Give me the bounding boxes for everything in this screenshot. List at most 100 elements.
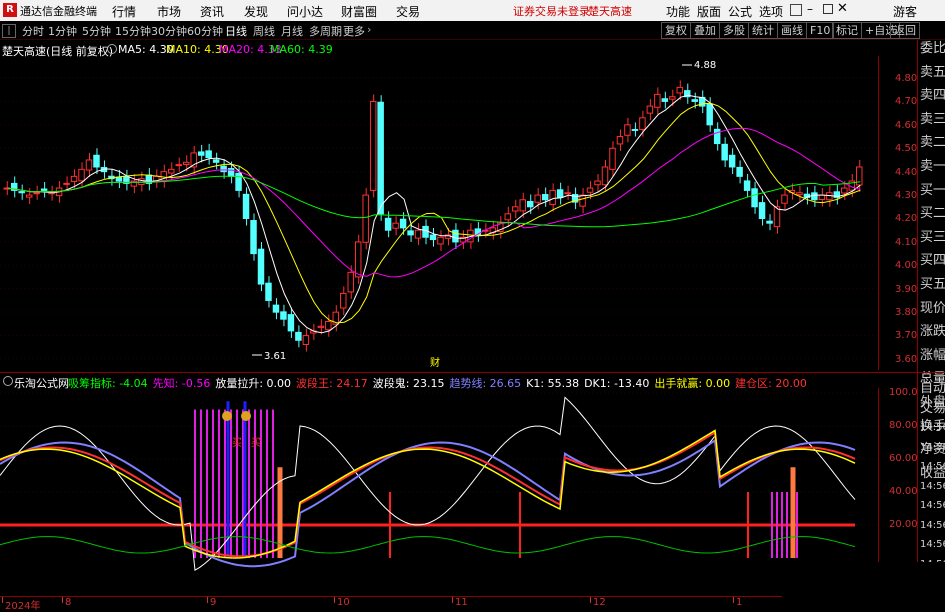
auto-trade-label[interactable]: 交易 [920,400,945,418]
price-tick-label: 4.40 [895,166,918,178]
candle-body [18,191,25,194]
price-tick-label: 4.80 [895,73,918,84]
period-15min[interactable]: 15分钟 [115,23,151,39]
auto-trade-label[interactable]: 自动 [920,380,945,398]
candle-body [362,194,369,243]
chart-settings-icon[interactable] [107,44,117,54]
menu-formula[interactable]: 公式 [728,3,752,20]
period-multi[interactable]: 多周期 [309,23,342,39]
candle-body [242,193,250,220]
candle-body [93,154,100,168]
menu-item-quotes[interactable]: 行情 [112,3,136,20]
candle-body [706,103,713,126]
menu-item-discover[interactable]: 发现 [244,3,268,20]
candle-body [564,192,571,195]
candle-body [781,194,788,204]
pane-divider[interactable] [0,372,917,373]
candle-body [257,248,265,285]
menu-item-wealth[interactable]: 财富圈 [341,3,377,20]
menu-item-market[interactable]: 市场 [157,3,181,20]
period-monthly[interactable]: 月线 [281,23,303,39]
back-button[interactable]: 返回 [890,22,920,39]
candle-body [841,187,848,194]
candle-body [302,335,310,345]
f10-button[interactable]: F10 [806,22,835,39]
menu-item-trade[interactable]: 交易 [396,3,420,20]
date-tick-label: 1 [736,597,743,608]
candle-body [826,192,833,201]
candle-body [272,304,280,313]
candle-body [534,194,541,203]
stats-button[interactable]: 统计 [748,22,778,39]
maximize-icon[interactable] [823,4,833,14]
candle-body [347,271,354,293]
draw-line-button[interactable]: 画线 [777,22,807,39]
quote-side-panel: 委比 卖五 卖四 卖三 卖二 卖一 买一 买二 买三 买四 买五 现价 涨跌 涨幅 总量 外盘 换手 净资 收益 自动… [917,40,945,609]
tick-time-label: 14:56 [920,519,945,531]
candle-body [452,229,459,243]
guest-user[interactable]: 游客 [893,3,917,20]
period-daily[interactable]: 日线 [225,23,247,39]
date-tick [334,597,335,603]
period-tick[interactable]: 分时 [22,23,44,39]
band-king-line [0,430,856,558]
chevron-right-icon[interactable]: › [367,23,371,36]
tick-time-label: 14:56 [920,539,945,550]
login-status[interactable]: 证券交易未登录 [513,3,590,19]
candle-body [728,154,736,168]
price-tick-label: 4.70 [895,96,918,108]
multi-stock-button[interactable]: 多股 [719,22,749,39]
period-toolbar: | 分时 1分钟 5分钟 15分钟 30分钟 60分钟 日线 周线 月线 多周期… [0,21,945,40]
price-tick-label: 4.00 [895,260,918,272]
candle-body [661,98,669,102]
period-1min[interactable]: 1分钟 [48,23,77,39]
date-tick [62,597,63,603]
menu-layout[interactable]: 版面 [697,3,721,20]
menu-bar: R 通达信金融终端 行情 市场 资讯 发现 问小达 财富圈 交易 证券交易未登录… [0,0,945,22]
minimize-icon[interactable]: – [807,2,813,16]
candle-body [384,217,392,231]
candle-body [33,192,40,195]
period-weekly[interactable]: 周线 [253,23,275,39]
date-tick-label: 8 [65,597,72,608]
sidebar-toggle-icon[interactable]: | [2,24,16,38]
period-60min[interactable]: 60分钟 [187,23,223,39]
quote-field-label: 买一 [920,182,945,198]
main-price-axis: 4.80 4.70 4.60 4.50 4.40 4.30 4.20 4.10 4.00 3.90… [878,56,917,370]
menu-options[interactable]: 选项 [759,3,783,20]
app-logo-icon: R [3,3,17,17]
close-icon[interactable]: ✕ [837,1,848,16]
candle-body [280,311,287,320]
menu-item-news[interactable]: 资讯 [200,3,224,20]
menu-item-ask[interactable]: 问小达 [287,3,323,20]
indicator-settings-icon[interactable] [3,376,13,386]
window-icon[interactable] [790,4,802,16]
candle-body [586,187,594,193]
mark-button[interactable]: 标记 [832,22,862,39]
overlay-button[interactable]: 叠加 [690,22,720,39]
k1-line [0,396,856,572]
candle-body [616,136,624,145]
date-tick [452,597,453,603]
candle-body [504,213,512,221]
candle-body [601,166,609,186]
indicator-chart[interactable]: 买买 [0,388,917,596]
app-title: 通达信金融终端 [20,5,97,18]
adjust-button[interactable]: 复权 [661,22,691,39]
candle-body [751,188,758,208]
quote-field-label: 涨跌 [920,324,945,340]
candlestick-chart[interactable]: 4.88 3.61 财 [0,56,917,370]
candle-body [369,100,377,191]
candle-body [40,188,48,191]
date-tick-label: 2024年 [5,601,41,612]
period-more[interactable]: 更多 [343,23,365,39]
period-30min[interactable]: 30分钟 [151,23,187,39]
period-5min[interactable]: 5分钟 [82,23,111,39]
candle-body [818,194,826,201]
candle-body [85,159,93,171]
candle-body [78,168,85,182]
menu-function[interactable]: 功能 [666,3,690,20]
candle-body [392,222,399,229]
date-tick-label: 12 [593,597,606,608]
price-tick-label: 4.20 [895,213,918,225]
